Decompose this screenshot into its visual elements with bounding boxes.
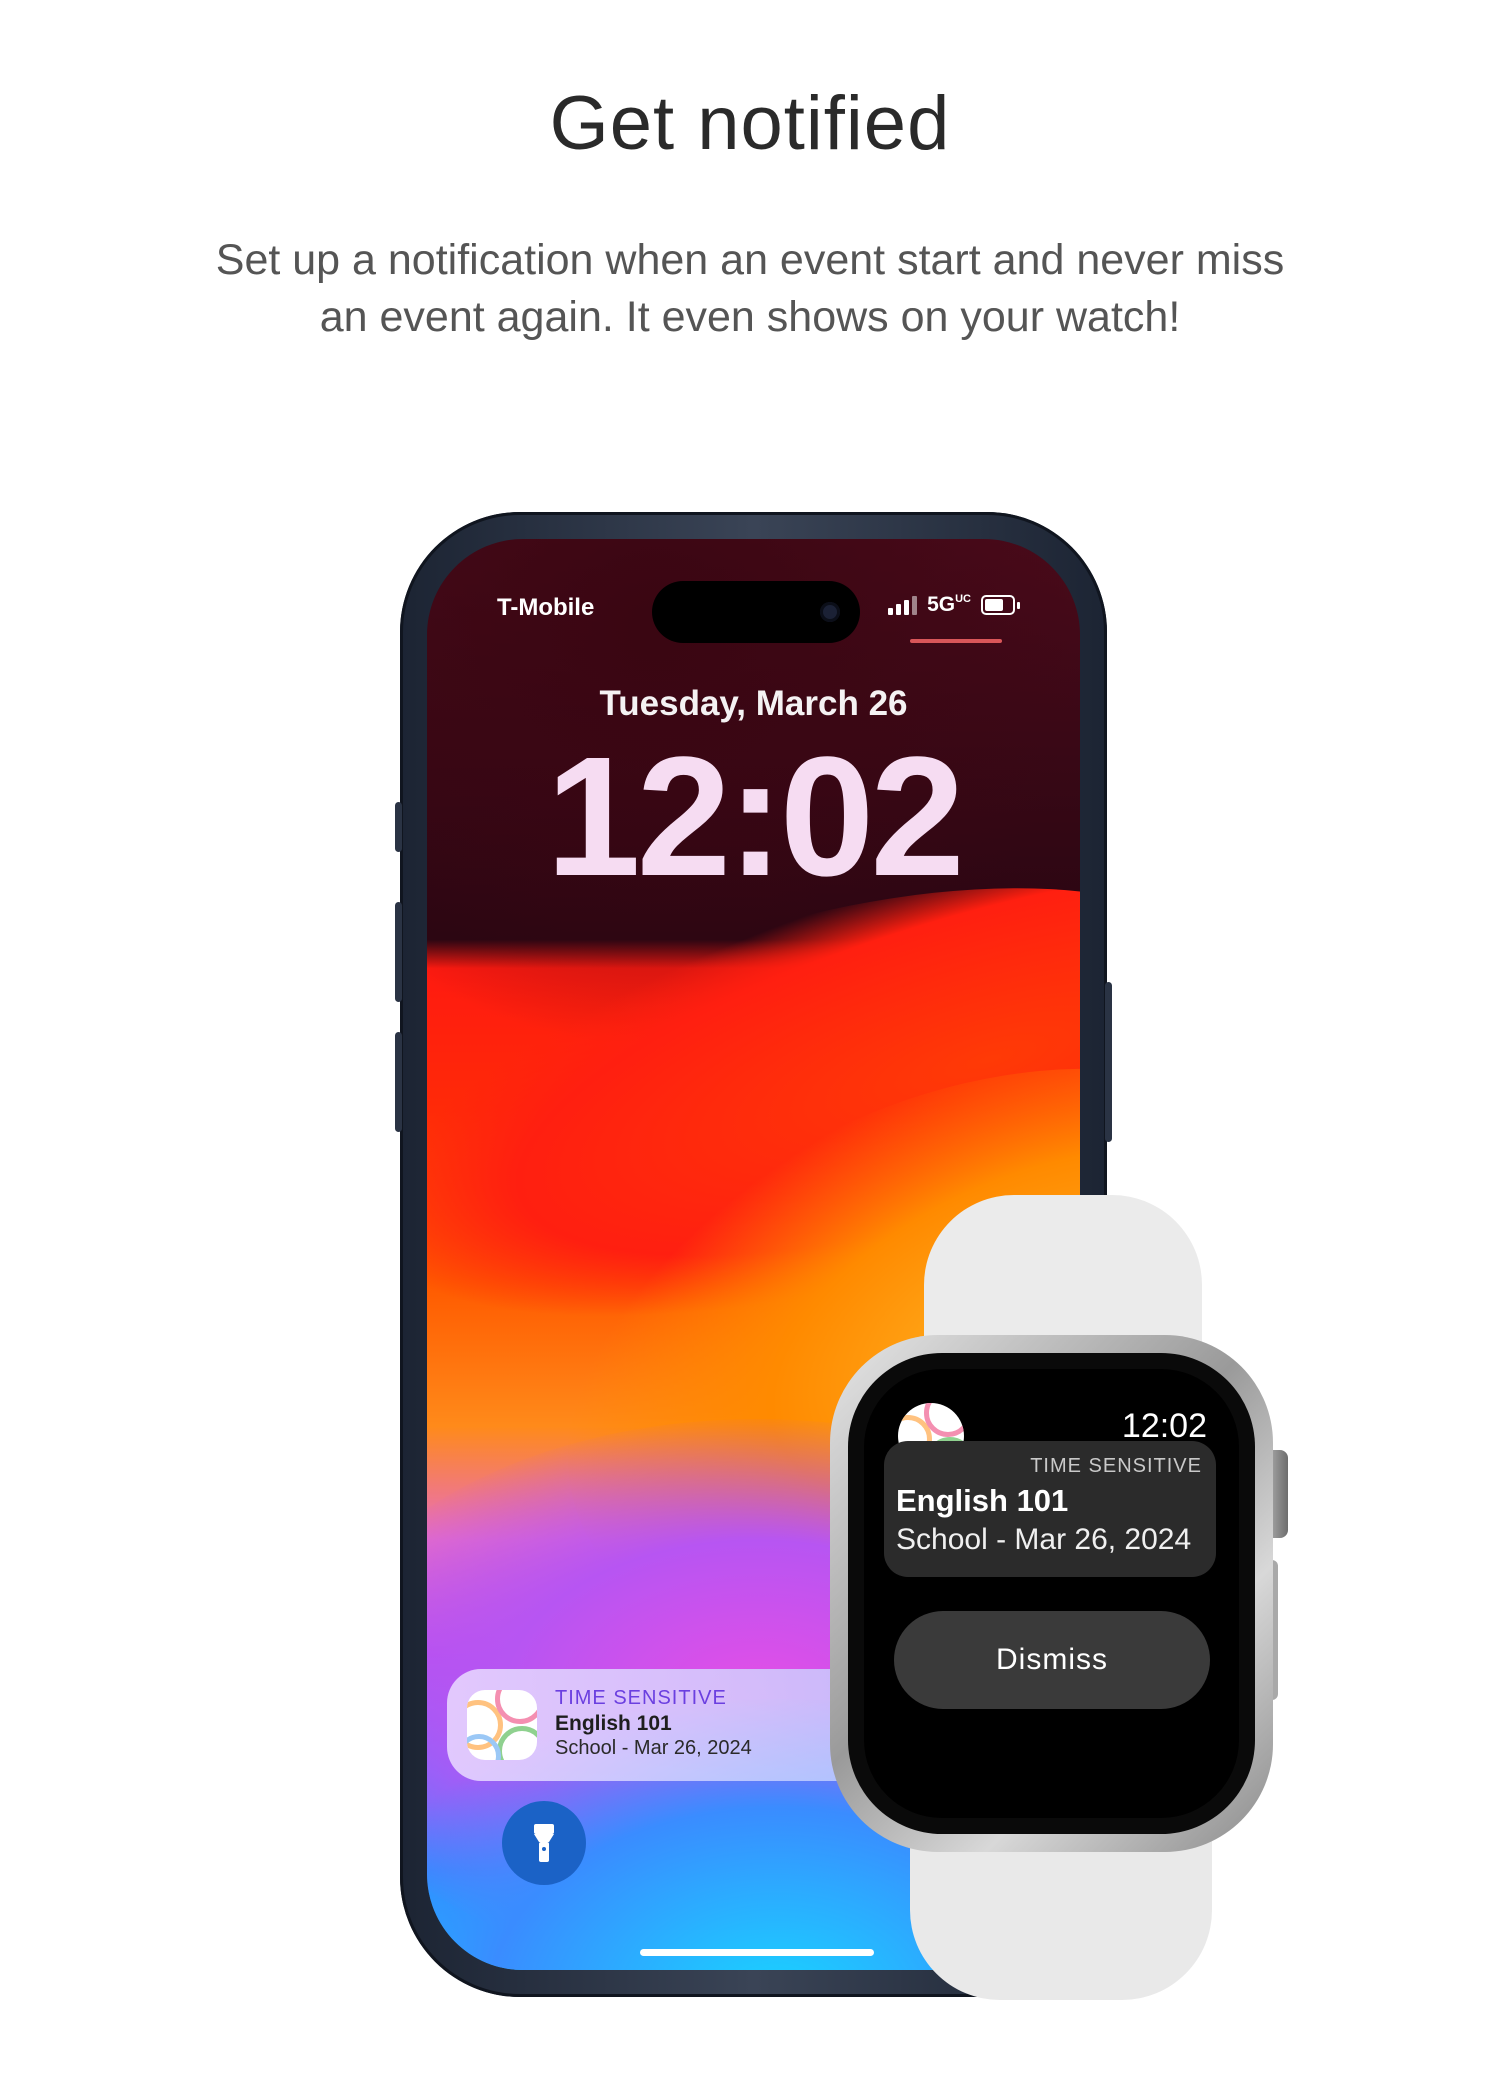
apple-watch: 12:02 TIME SENSITIVE English 101 School … xyxy=(830,1335,1273,1852)
status-indicator xyxy=(910,639,1002,643)
app-icon xyxy=(467,1690,537,1760)
battery-tip xyxy=(1017,601,1020,609)
notification-body: School - Mar 26, 2024 xyxy=(896,1523,1192,1556)
subtitle-line-1: Set up a notification when an event star… xyxy=(215,236,1285,284)
page-subtitle: Set up a notification when an event star… xyxy=(150,232,1350,346)
notification-title: English 101 xyxy=(896,1483,1069,1518)
home-indicator[interactable] xyxy=(640,1949,874,1956)
power-button xyxy=(1105,982,1112,1142)
lockscreen-time: 12:02 xyxy=(546,722,965,912)
status-icons: 5GUC xyxy=(888,593,1020,617)
watch-notification-card[interactable]: TIME SENSITIVE English 101 School - Mar … xyxy=(884,1441,1216,1577)
flashlight-button[interactable] xyxy=(502,1801,586,1885)
watch-screen: 12:02 TIME SENSITIVE English 101 School … xyxy=(864,1369,1239,1818)
battery-icon xyxy=(981,595,1015,615)
action-button xyxy=(395,802,402,852)
notification-title: English 101 xyxy=(555,1712,672,1735)
flashlight-icon xyxy=(534,1824,554,1862)
dismiss-button[interactable]: Dismiss xyxy=(894,1611,1210,1709)
time-sensitive-label: TIME SENSITIVE xyxy=(1030,1455,1202,1477)
notification-body: School - Mar 26, 2024 xyxy=(555,1737,752,1759)
signal-icon xyxy=(888,595,918,615)
volume-down-button xyxy=(395,1032,402,1132)
page-title: Get notified xyxy=(549,81,951,166)
carrier-label: T-Mobile xyxy=(497,594,595,621)
subtitle-line-2: an event again. It even shows on your wa… xyxy=(319,293,1181,341)
network-label: 5GUC xyxy=(927,593,971,616)
volume-up-button xyxy=(395,902,402,1002)
lockscreen-date: Tuesday, March 26 xyxy=(599,684,908,723)
camera-icon xyxy=(820,602,840,622)
dynamic-island xyxy=(652,581,860,643)
time-sensitive-label: TIME SENSITIVE xyxy=(555,1687,727,1709)
watch-bezel: 12:02 TIME SENSITIVE English 101 School … xyxy=(848,1353,1255,1834)
